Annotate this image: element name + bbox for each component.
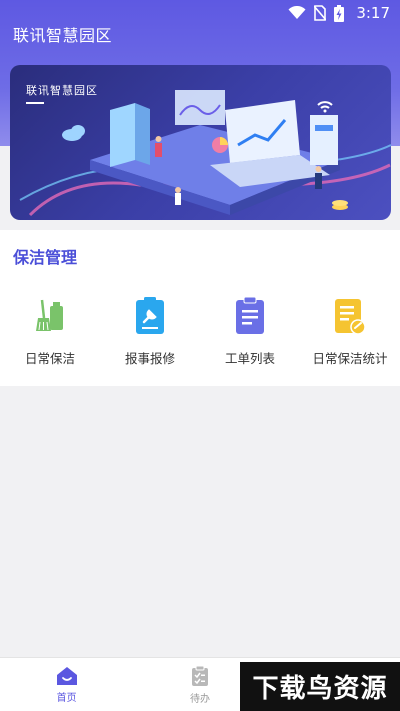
tab-home-label: 首页 [56, 693, 77, 704]
no-sim-icon [314, 5, 327, 21]
banner-carousel[interactable]: 联讯智慧园区 [10, 65, 391, 220]
repair-report-icon [136, 297, 164, 334]
cleaning-management-card: 保洁管理 日常保洁 报事报修 工单列表 日常保洁统计 [0, 230, 400, 386]
work-order-list-label: 工单列表 [224, 351, 275, 366]
work-order-list-button[interactable]: 工单列表 [200, 296, 300, 367]
app-title: 联讯智慧园区 [13, 26, 113, 45]
status-time: 3:17 [356, 4, 390, 22]
todo-list-icon [191, 666, 208, 686]
repair-report-button[interactable]: 报事报修 [100, 296, 200, 367]
cleaning-statistics-button[interactable]: 日常保洁统计 [300, 296, 400, 367]
cleaning-broom-icon [36, 299, 63, 331]
cleaning-statistics-label: 日常保洁统计 [312, 351, 388, 366]
cleaning-statistics-icon [335, 299, 366, 335]
tab-home[interactable]: 首页 [0, 658, 133, 711]
work-order-list-icon [236, 297, 264, 334]
battery-charging-icon [334, 4, 345, 22]
daily-cleaning-button[interactable]: 日常保洁 [0, 296, 100, 367]
banner-title: 联讯智慧园区 [26, 84, 98, 97]
watermark: 下载鸟资源 [240, 662, 400, 711]
repair-report-label: 报事报修 [124, 351, 175, 366]
function-grid: 日常保洁 报事报修 工单列表 日常保洁统计 [0, 296, 400, 367]
home-icon [56, 667, 77, 685]
daily-cleaning-label: 日常保洁 [24, 351, 75, 366]
tab-todo-label: 待办 [189, 694, 210, 705]
wifi-icon [288, 6, 306, 19]
section-title: 保洁管理 [13, 248, 78, 267]
banner-title-underline [26, 102, 44, 104]
